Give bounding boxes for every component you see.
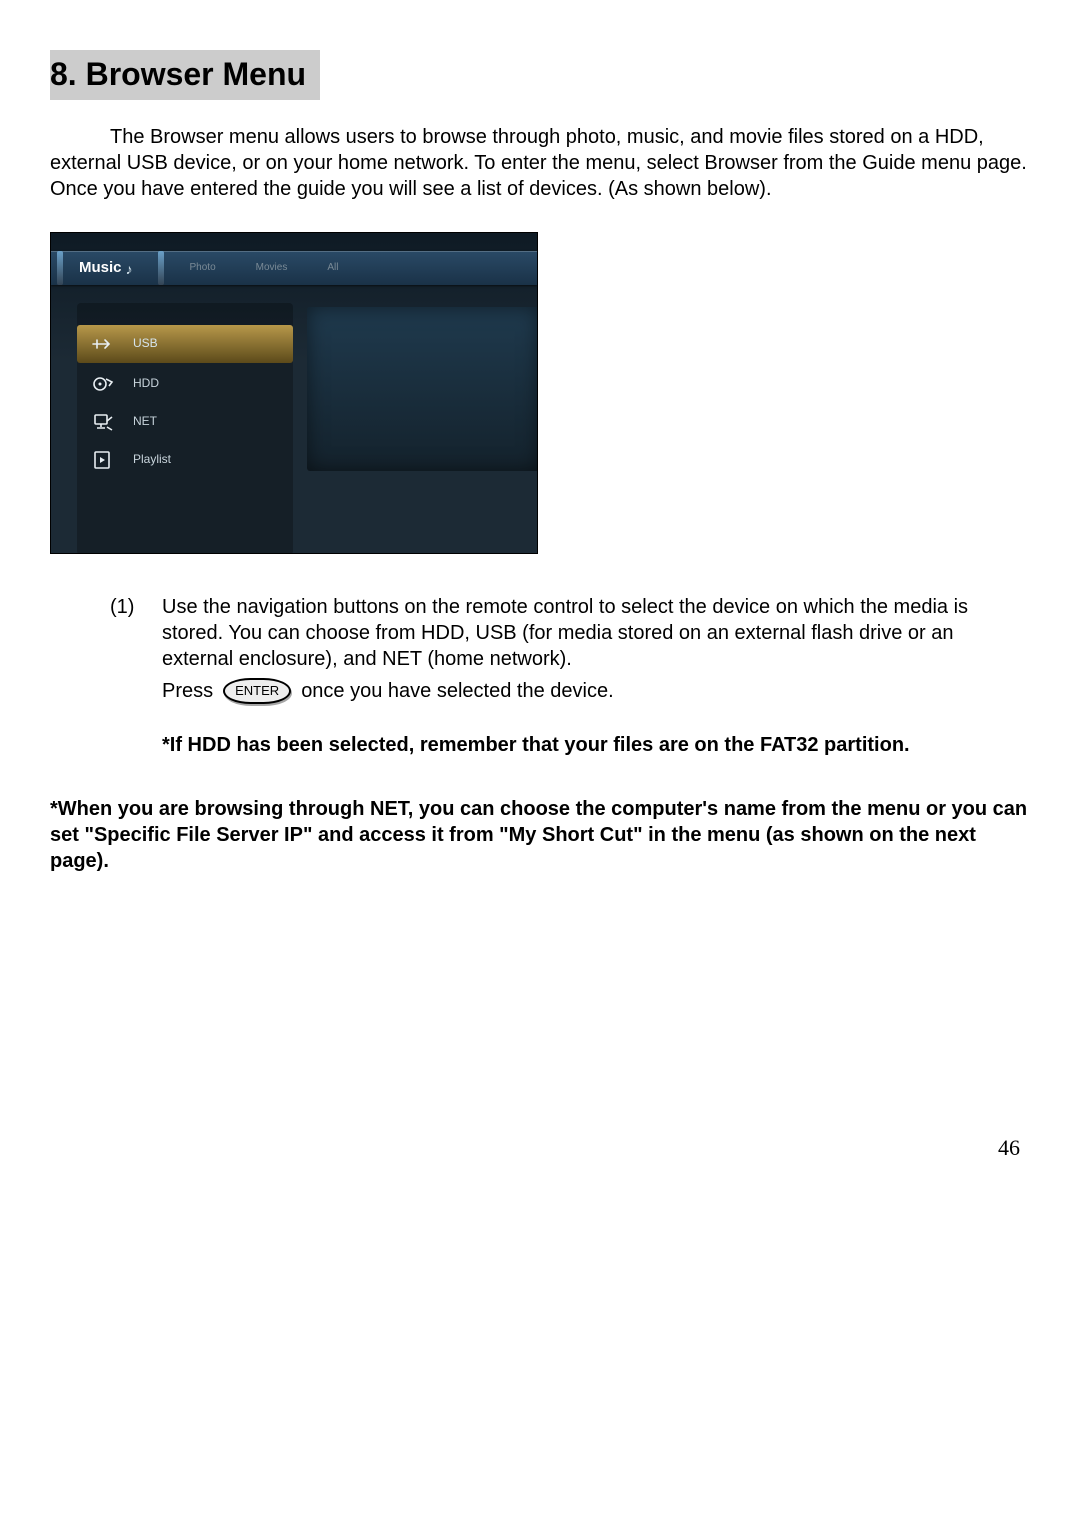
step-1-text: Use the navigation buttons on the remote… xyxy=(162,594,1030,672)
tab-all[interactable]: All xyxy=(307,261,358,274)
device-item-usb[interactable]: USB xyxy=(77,325,293,363)
tab-divider-icon xyxy=(158,251,164,285)
tab-photo[interactable]: Photo xyxy=(170,261,236,274)
device-label: HDD xyxy=(133,376,159,392)
section-heading: 8. Browser Menu xyxy=(50,50,320,100)
hdd-icon xyxy=(91,372,115,396)
device-item-hdd[interactable]: HDD xyxy=(77,365,293,403)
tab-music[interactable]: Music xyxy=(69,258,152,278)
usb-icon xyxy=(91,332,115,356)
device-item-playlist[interactable]: Playlist xyxy=(77,441,293,479)
page-number: 46 xyxy=(998,1134,1020,1163)
tab-movies[interactable]: Movies xyxy=(236,261,308,274)
device-label: USB xyxy=(133,336,158,352)
device-item-net[interactable]: NET xyxy=(77,403,293,441)
net-browsing-note: *When you are browsing through NET, you … xyxy=(50,796,1030,874)
media-tab-bar: Music Photo Movies All xyxy=(51,251,537,285)
enter-button-graphic: ENTER xyxy=(223,678,291,705)
tab-divider-icon xyxy=(57,251,63,285)
tab-music-label: Music xyxy=(79,258,122,278)
hdd-fat32-note: *If HDD has been selected, remember that… xyxy=(162,732,1030,758)
press-label-before: Press xyxy=(162,678,213,704)
playlist-icon xyxy=(91,448,115,472)
press-label-after: once you have selected the device. xyxy=(301,678,613,704)
device-list-panel: USB HDD NET Playlist xyxy=(77,303,293,554)
intro-paragraph: The Browser menu allows users to browse … xyxy=(50,124,1030,202)
network-icon xyxy=(91,410,115,434)
preview-pane xyxy=(307,307,538,471)
device-label: NET xyxy=(133,414,157,430)
device-label: Playlist xyxy=(133,452,171,468)
browser-menu-screenshot: Music Photo Movies All USB HDD NET xyxy=(50,232,538,554)
music-note-icon xyxy=(126,260,142,276)
step-number: (1) xyxy=(110,594,144,759)
